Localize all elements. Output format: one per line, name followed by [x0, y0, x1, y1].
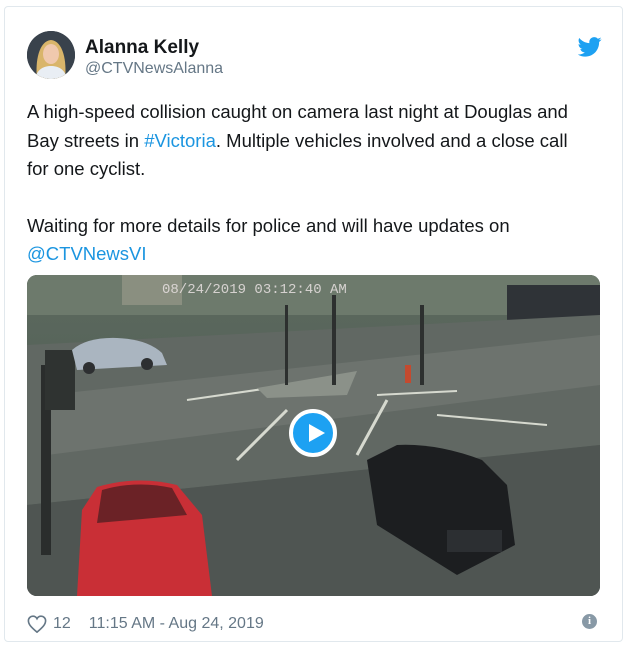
author-name[interactable]: Alanna Kelly — [85, 37, 199, 59]
like-count[interactable]: 12 — [53, 615, 71, 633]
video-overlay-timestamp: 08/24/2019 03:12:40 AM — [162, 282, 347, 298]
heart-icon[interactable] — [27, 615, 47, 633]
tweet-card[interactable]: Alanna Kelly @CTVNewsAlanna A high-speed… — [4, 6, 623, 642]
tweet-paragraph-2: Waiting for more details for police and … — [27, 212, 587, 269]
tweet-text-part: Waiting for more details for police and … — [27, 214, 510, 236]
tweet-timestamp[interactable]: 11:15 AM - Aug 24, 2019 — [89, 615, 264, 633]
avatar-image — [27, 31, 75, 79]
video-media[interactable]: 08/24/2019 03:12:40 AM — [27, 275, 600, 596]
twitter-bird-icon[interactable] — [578, 37, 602, 57]
tweet-footer: 12 11:15 AM - Aug 24, 2019 — [27, 612, 264, 636]
hashtag-link[interactable]: #Victoria — [144, 130, 216, 151]
tweet-text: A high-speed collision caught on camera … — [27, 98, 587, 269]
info-icon[interactable]: i — [582, 614, 597, 629]
mention-link[interactable]: @CTVNewsVI — [27, 243, 147, 264]
play-icon[interactable] — [289, 409, 337, 457]
avatar[interactable] — [27, 31, 75, 79]
tweet-paragraph-1: A high-speed collision caught on camera … — [27, 98, 587, 184]
author-handle[interactable]: @CTVNewsAlanna — [85, 60, 223, 78]
